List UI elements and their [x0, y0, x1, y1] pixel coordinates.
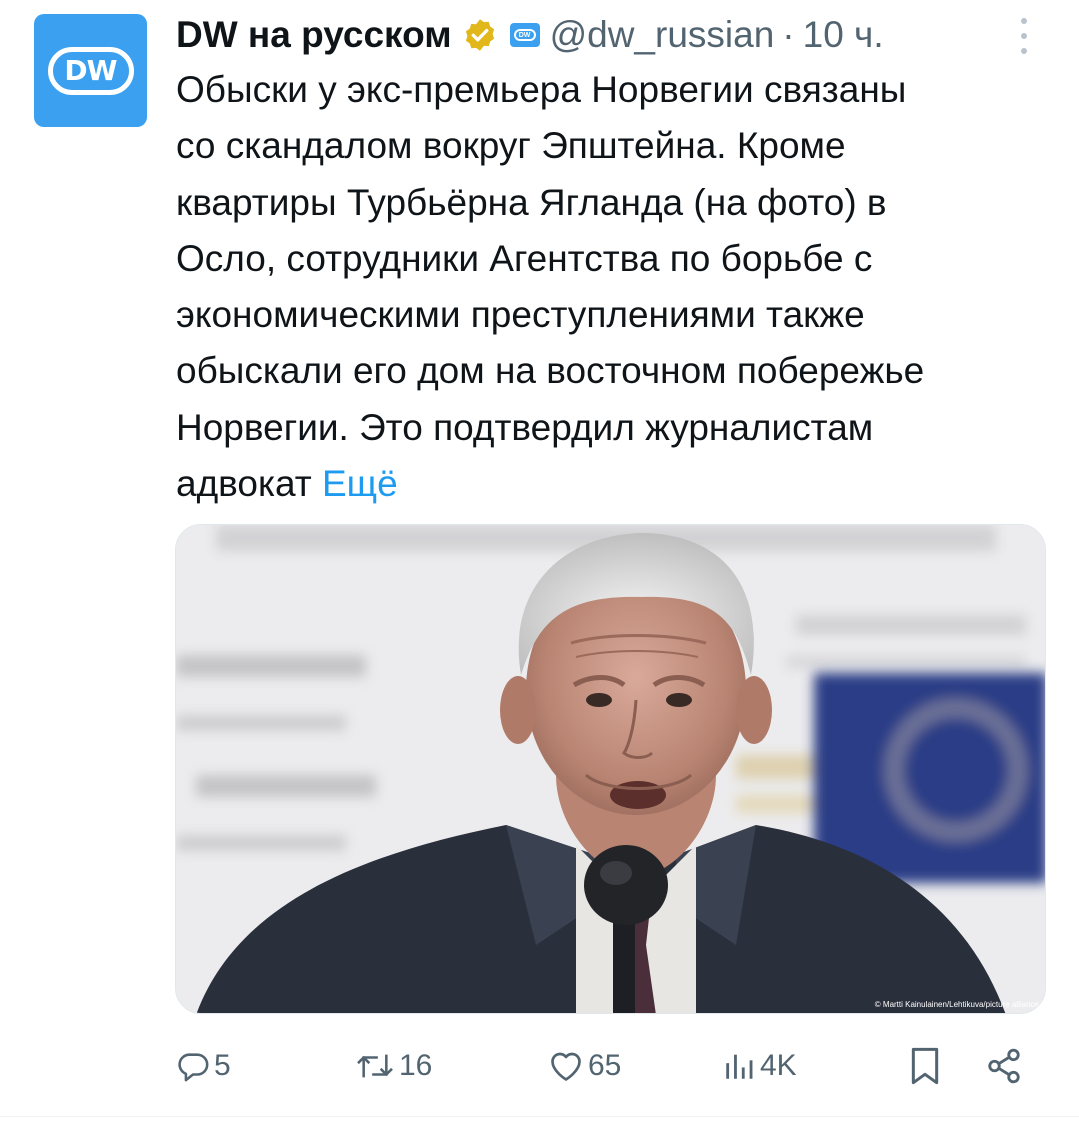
views-button[interactable]: 4K	[722, 1036, 797, 1096]
reply-icon	[178, 1053, 209, 1082]
dw-affiliate-icon[interactable]: DW	[509, 23, 540, 47]
verified-badge-icon[interactable]	[462, 17, 498, 53]
photo-credit: © Martti Kainulainen/Lehtikuva/picture a…	[874, 1000, 1039, 1009]
like-button[interactable]: 65	[548, 1036, 621, 1096]
like-icon	[551, 1052, 581, 1081]
display-name[interactable]: DW на русском	[176, 14, 452, 56]
tweet-text-fragment: адвокат	[176, 463, 312, 505]
tweet-text-line: обыскали его дом на восточном побережье	[176, 350, 925, 392]
tweet-text-line: Обыски у экс-премьера Норвегии связаны	[176, 69, 907, 110]
dw-logo: DW	[47, 46, 134, 95]
tweet[interactable]: DW DW на русском DW @dw_russian · 10 ч. …	[0, 0, 1079, 1130]
more-icon[interactable]	[1012, 18, 1036, 54]
tweet-photo[interactable]: © Martti Kainulainen/Lehtikuva/picture a…	[175, 524, 1046, 1014]
avatar[interactable]: DW	[34, 14, 147, 127]
share-icon	[988, 1048, 1020, 1084]
repost-button[interactable]: 16	[355, 1036, 432, 1096]
tweet-text-line: Норвегии. Это подтвердил журналистам	[176, 406, 874, 448]
reply-button[interactable]: 5	[176, 1036, 231, 1096]
reply-count: 5	[214, 1049, 231, 1082]
views-count: 4K	[760, 1049, 797, 1082]
divider	[0, 1116, 1079, 1117]
show-more-link[interactable]: Ещё	[322, 463, 398, 504]
separator-dot: ·	[782, 14, 795, 55]
timestamp[interactable]: 10 ч.	[803, 14, 884, 56]
tweet-text-line: квартиры Турбьёрна Ягланда (на фото) в	[176, 181, 887, 223]
bookmark-button[interactable]	[908, 1036, 942, 1096]
action-bar: 5 16 65 4K	[0, 1036, 1079, 1096]
handle[interactable]: @dw_russian	[550, 14, 775, 56]
share-button[interactable]	[985, 1036, 1023, 1096]
tweet-header: DW на русском DW @dw_russian · 10 ч.	[176, 12, 884, 58]
tweet-text-line: экономическими преступлениями также	[176, 294, 865, 336]
photo-illustration	[176, 525, 1045, 1013]
tweet-text-line: со скандалом вокруг Эпштейна. Кроме	[176, 125, 846, 167]
tweet-text: Обыски у экс-премьера Норвегии связаны с…	[176, 62, 1056, 512]
bookmark-icon	[911, 1047, 939, 1085]
views-icon	[726, 1054, 753, 1079]
tweet-text-line: Осло, сотрудники Агентства по борьбе с	[176, 237, 873, 279]
tweet-text-last-line: адвокат Ещё	[176, 456, 1056, 512]
repost-count: 16	[399, 1049, 433, 1082]
like-count: 65	[588, 1049, 622, 1082]
repost-icon	[357, 1054, 393, 1078]
